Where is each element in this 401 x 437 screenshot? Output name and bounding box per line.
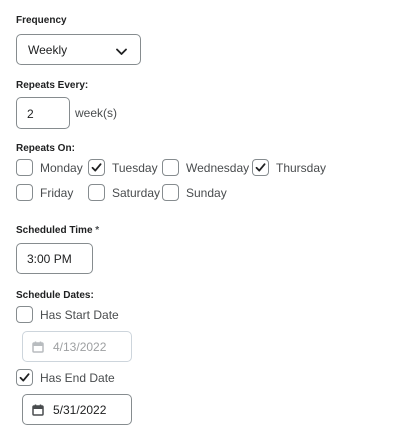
scheduled-time-input[interactable]: 3:00 PM [16, 243, 93, 274]
repeats-every-label: Repeats Every: [16, 80, 89, 91]
day-checkbox-friday[interactable] [16, 184, 33, 201]
frequency-value: Weekly [28, 43, 68, 57]
day-checkbox-saturday[interactable] [88, 184, 105, 201]
has-start-date-checkbox[interactable] [16, 306, 33, 323]
scheduled-time-label-text: Scheduled Time [16, 225, 93, 236]
day-label-sunday: Sunday [186, 186, 227, 200]
start-date-value: 4/13/2022 [53, 340, 107, 354]
scheduled-time-label: Scheduled Time * [16, 225, 99, 236]
day-checkbox-monday[interactable] [16, 159, 33, 176]
repeats-on-label: Repeats On: [16, 143, 75, 154]
day-label-tuesday: Tuesday [112, 161, 158, 175]
day-checkbox-tuesday[interactable] [88, 159, 105, 176]
repeats-every-value: 2 [27, 107, 34, 121]
day-label-thursday: Thursday [276, 161, 327, 175]
day-label-saturday: Saturday [112, 186, 161, 200]
day-checkbox-sunday[interactable] [162, 184, 179, 201]
repeats-every-input[interactable]: 2 [16, 97, 70, 129]
calendar-icon [32, 341, 44, 356]
repeats-every-units: week(s) [75, 106, 118, 120]
day-label-friday: Friday [40, 186, 74, 200]
end-date-value: 5/31/2022 [53, 403, 107, 417]
has-end-date-checkbox[interactable] [16, 369, 33, 386]
has-start-date-label: Has Start Date [40, 308, 119, 322]
end-date-input[interactable]: 5/31/2022 [22, 394, 132, 425]
scheduled-time-value: 3:00 PM [27, 252, 72, 266]
has-end-date-label: Has End Date [40, 371, 115, 385]
chevron-down-icon [116, 45, 127, 59]
day-label-wednesday: Wednesday [186, 161, 250, 175]
schedule-dates-label: Schedule Dates: [16, 290, 94, 301]
day-label-monday: Monday [40, 161, 83, 175]
frequency-label: Frequency [16, 15, 67, 26]
frequency-select[interactable]: Weekly [16, 34, 141, 65]
calendar-icon [32, 404, 44, 419]
start-date-input: 4/13/2022 [22, 331, 132, 362]
day-checkbox-thursday[interactable] [252, 159, 269, 176]
day-checkbox-wednesday[interactable] [162, 159, 179, 176]
required-marker: * [95, 225, 100, 236]
